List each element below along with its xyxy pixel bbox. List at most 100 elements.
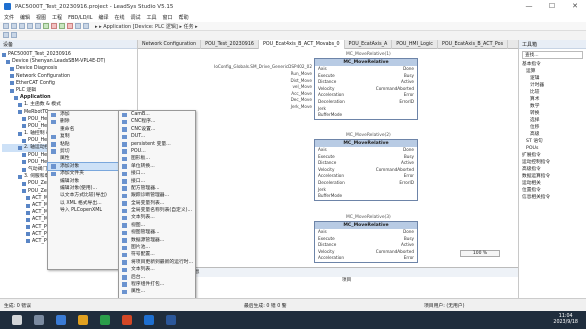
- submenu-item[interactable]: CNC设置...: [119, 126, 195, 133]
- tree-item[interactable]: PAC5000T_Test_20230916: [2, 51, 137, 58]
- toolbox-item[interactable]: 转换: [522, 110, 586, 117]
- submenu-item[interactable]: 接口...: [119, 170, 195, 177]
- tree-item[interactable]: 1. 主函数 & 模式: [2, 101, 137, 108]
- tab-pou-ecataxis-a[interactable]: POU_EcatAxis_A: [345, 40, 393, 49]
- build-icon[interactable]: [75, 23, 81, 29]
- powerpoint-icon[interactable]: [122, 315, 132, 325]
- toolbox-category[interactable]: 位置指令: [522, 187, 586, 194]
- submenu-item[interactable]: persistent 变量...: [119, 141, 195, 148]
- menu-item-export-xml[interactable]: 以 XML 格式导出...: [48, 200, 126, 207]
- toolbox-category[interactable]: 信息相关指令: [522, 194, 586, 201]
- menu-item-edit-object-with[interactable]: 编辑对象(使用)...: [48, 185, 126, 192]
- menu-file[interactable]: 文件: [4, 14, 14, 21]
- menu-item-copy[interactable]: 复制: [48, 133, 126, 140]
- logout-icon[interactable]: [51, 23, 57, 29]
- tree-item[interactable]: Device (Shenyan.LeadsSBM-VPL4E-DT): [2, 58, 137, 65]
- menu-item-add-folder[interactable]: 添加文件夹: [48, 170, 126, 177]
- menu-item-compare[interactable]: 以文本方式比较(导出): [48, 192, 126, 199]
- toolbox-item[interactable]: 位移: [522, 124, 586, 131]
- start-icon[interactable]: [12, 315, 22, 325]
- tree-item-application[interactable]: Application: [2, 94, 137, 101]
- submenu-item[interactable]: 数据源管理器...: [119, 237, 195, 244]
- folder-icon[interactable]: [78, 315, 88, 325]
- menu-edit[interactable]: 编辑: [20, 14, 30, 21]
- tree-item[interactable]: PLC 逻辑: [2, 87, 137, 94]
- toolbox-item[interactable]: 计时器: [522, 82, 586, 89]
- menu-tools[interactable]: 工具: [147, 14, 157, 21]
- menu-view[interactable]: 视图: [36, 14, 46, 21]
- menu-item-delete[interactable]: 删除: [48, 118, 126, 125]
- find-icon[interactable]: [11, 32, 17, 38]
- search-icon[interactable]: [34, 315, 44, 325]
- submenu-item[interactable]: 文本列表...: [119, 214, 195, 221]
- submenu-item[interactable]: 全局变量名称列表(自定义)...: [119, 207, 195, 214]
- toolbox-category[interactable]: 基本指令: [522, 61, 586, 68]
- menu-item-paste[interactable]: 粘贴: [48, 141, 126, 148]
- toolbox-category[interactable]: 高级指令: [522, 166, 586, 173]
- menu-window[interactable]: 窗口: [163, 14, 173, 21]
- toolbox-search[interactable]: 查找...: [522, 51, 583, 59]
- zoom-icon[interactable]: [3, 32, 9, 38]
- submenu-item[interactable]: 图片池...: [119, 244, 195, 251]
- menu-item-rename[interactable]: 重命名: [48, 126, 126, 133]
- function-block[interactable]: MC_MoveRelative Axis Done Execute Busy Dis…: [314, 221, 418, 263]
- submenu-item[interactable]: 视图...: [119, 222, 195, 229]
- toolbox-item[interactable]: 数学: [522, 103, 586, 110]
- menu-item-properties[interactable]: 属性: [48, 155, 126, 162]
- submenu-item[interactable]: 符号配置...: [119, 251, 195, 258]
- edge-icon[interactable]: [56, 315, 66, 325]
- toolbox-item[interactable]: 运算: [522, 68, 586, 75]
- open-icon[interactable]: [11, 23, 17, 29]
- function-block[interactable]: MC_MoveRelative Axis Done Execute Busy Dis…: [314, 58, 418, 120]
- submenu-item[interactable]: 全局变量列表...: [119, 200, 195, 207]
- submenu-item[interactable]: CamB...: [119, 111, 195, 118]
- menu-item-add[interactable]: 添加: [48, 111, 126, 118]
- submenu-item[interactable]: 视图管理器...: [119, 229, 195, 236]
- submenu-item[interactable]: 图形板...: [119, 155, 195, 162]
- tree-item[interactable]: Device Diagnosis: [2, 65, 137, 72]
- toolbox-item[interactable]: 选择: [522, 117, 586, 124]
- word-icon[interactable]: [166, 315, 176, 325]
- menu-help[interactable]: 帮助: [179, 14, 189, 21]
- toolbox-category[interactable]: 扩展指令: [522, 152, 586, 159]
- maximize-button[interactable]: ☐: [541, 0, 563, 13]
- zoom-selector[interactable]: 100 %: [460, 250, 500, 257]
- chrome-icon[interactable]: [100, 315, 110, 325]
- run-icon[interactable]: [59, 23, 65, 29]
- submenu-item[interactable]: 跟踪诊断管理器...: [119, 192, 195, 199]
- redo-icon[interactable]: [35, 23, 41, 29]
- submenu-item[interactable]: 属性...: [119, 288, 195, 295]
- menu-build[interactable]: 编译: [98, 14, 108, 21]
- new-icon[interactable]: [3, 23, 9, 29]
- toolbox-item[interactable]: 算术: [522, 96, 586, 103]
- submenu-item[interactable]: 接口...: [119, 178, 195, 185]
- taskbar-clock[interactable]: 11:04 2023/9/18: [553, 314, 578, 326]
- menu-item-add-object[interactable]: 添加对象: [47, 161, 127, 172]
- leadsys-icon[interactable]: [144, 315, 154, 325]
- undo-icon[interactable]: [27, 23, 33, 29]
- menu-item-edit-object[interactable]: 编辑对象: [48, 178, 126, 185]
- submenu-item[interactable]: 文本列表...: [119, 266, 195, 273]
- tab-pou-test[interactable]: POU_Test_20230916: [201, 40, 259, 49]
- submenu-item[interactable]: POU...: [119, 148, 195, 155]
- toolbox-item[interactable]: 高级: [522, 131, 586, 138]
- tree-item[interactable]: Network Configuration: [2, 73, 137, 80]
- tab-pou-ecataxis-b[interactable]: POU_EcatAxis_B_ACT_Pos: [438, 40, 509, 49]
- tab-network-config[interactable]: Network Configuration: [138, 40, 202, 49]
- save-icon[interactable]: [19, 23, 25, 29]
- menu-online[interactable]: 在线: [115, 14, 125, 21]
- menu-debug[interactable]: 调试: [131, 14, 141, 21]
- login-icon[interactable]: [43, 23, 49, 29]
- function-block[interactable]: MC_MoveRelative Axis Done Execute Busy Dis…: [314, 139, 418, 201]
- toolbox-category[interactable]: 数据运算指令: [522, 173, 586, 180]
- toolbox-item[interactable]: POUs: [522, 145, 586, 152]
- minimize-button[interactable]: —: [518, 0, 540, 13]
- toolbox-item[interactable]: 逻辑: [522, 75, 586, 82]
- tab-pou-movabs[interactable]: POU_Ecat4xis_B_ACT_Movabs_0: [258, 40, 345, 49]
- submenu-item[interactable]: 单位转换...: [119, 163, 195, 170]
- menu-project[interactable]: 工程: [52, 14, 62, 21]
- submenu-item[interactable]: 程序组件打包...: [119, 281, 195, 288]
- toolbox-category[interactable]: 运动相关: [522, 180, 586, 187]
- submenu-item[interactable]: DUT...: [119, 133, 195, 140]
- toolbox-item[interactable]: 比较: [522, 89, 586, 96]
